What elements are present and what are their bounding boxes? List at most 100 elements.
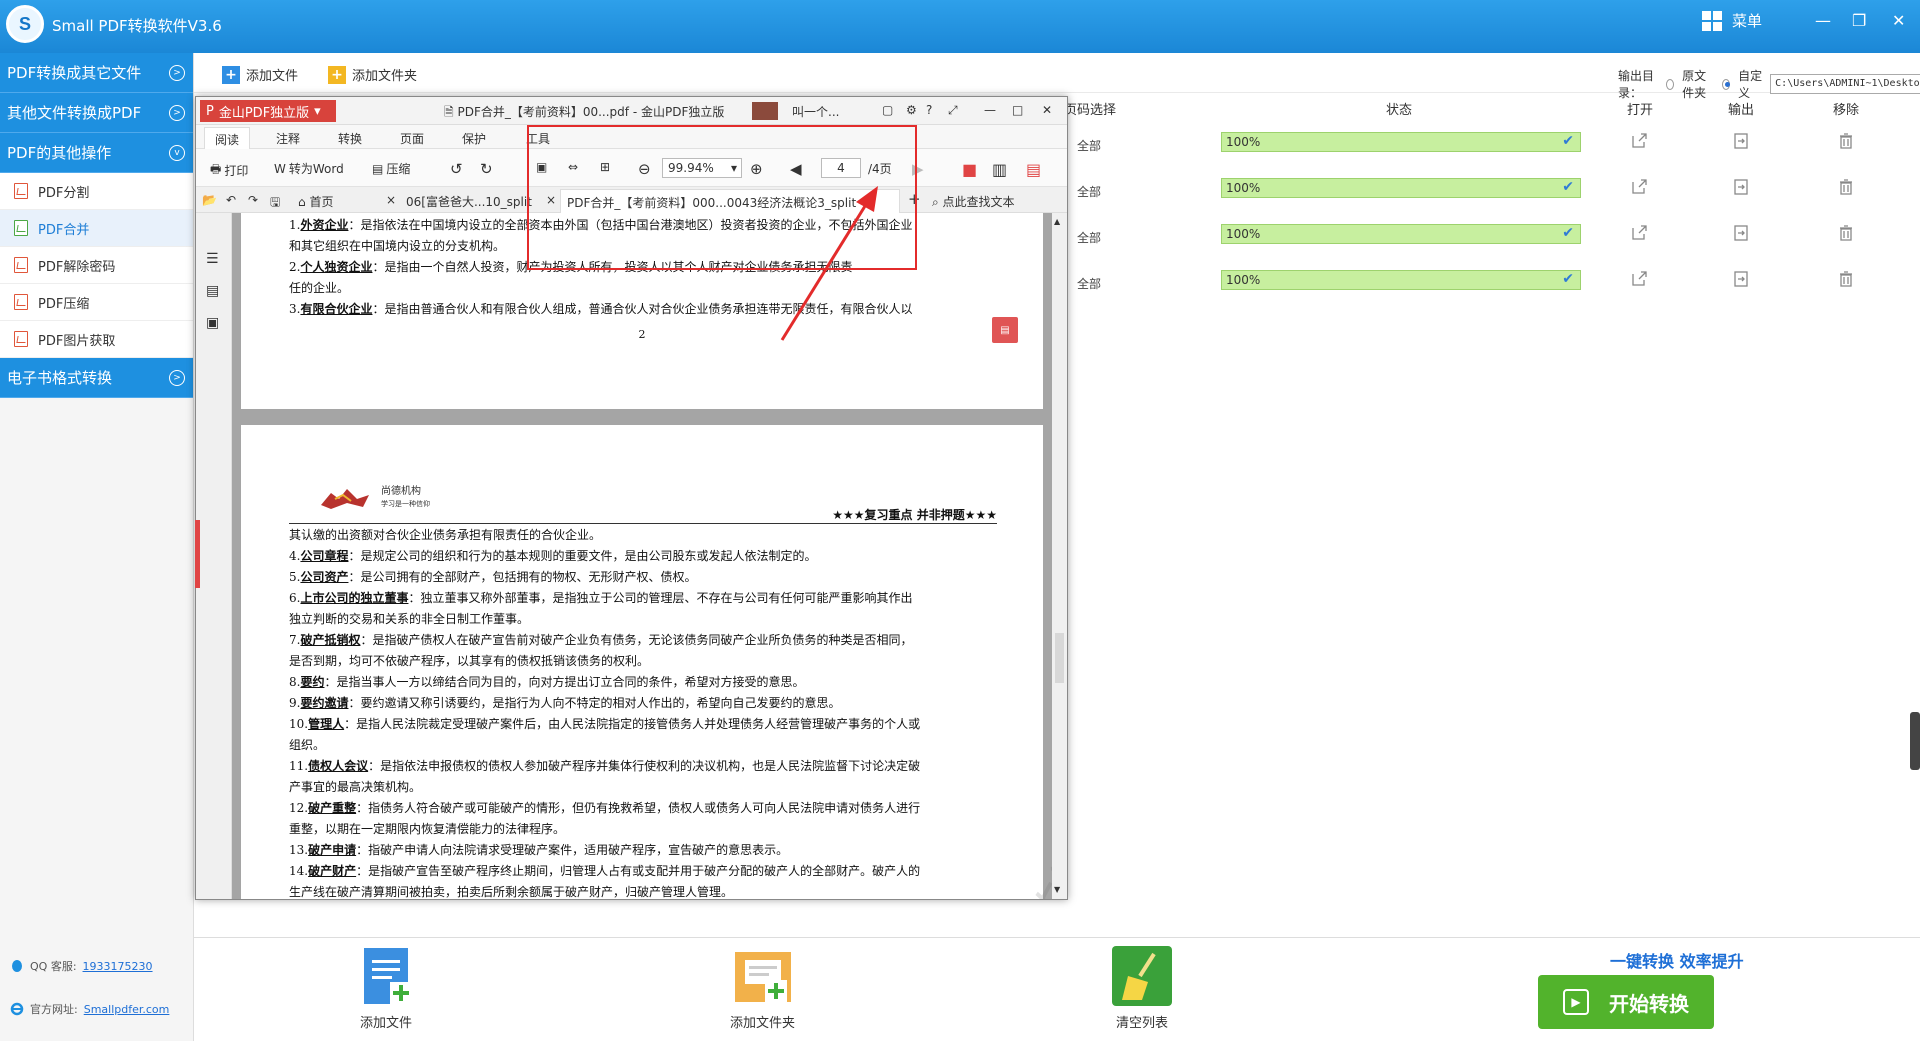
ad-text[interactable]: 叫一个... (792, 103, 839, 120)
sidebar-cat-ebook[interactable]: 电子书格式转换 > (0, 358, 193, 398)
output-folder-icon[interactable] (1732, 224, 1750, 242)
ad-thumbnail[interactable] (752, 102, 778, 120)
slogan-text: 一键转换 效率提升 (1610, 952, 1744, 971)
sidebar-cat-other-to-pdf[interactable]: 其他文件转换成PDF > (0, 93, 193, 133)
table-row: 全部 100% ✔ (1060, 129, 1920, 159)
sidebar-cat-pdf-to-other[interactable]: PDF转换成其它文件 > (0, 53, 193, 93)
fullscreen-icon[interactable]: ⤢ (948, 103, 958, 118)
sidebar-item-pdf-unlock[interactable]: PDF解除密码 (0, 247, 193, 284)
rotate-right-icon[interactable]: ↻ (480, 160, 493, 178)
close-icon[interactable]: ✕ (1892, 11, 1905, 30)
pdf-file-icon (14, 257, 28, 273)
page-select-cell[interactable]: 全部 (1077, 229, 1101, 246)
chevron-right-icon: > (169, 104, 185, 121)
broom-icon (1112, 946, 1172, 1006)
sidebar-item-pdf-split[interactable]: PDF分割 (0, 173, 193, 210)
doc-line: 12.破产重整：指债务人符合破产或可能破产的情形，但仍有挽救希望，债权人或债务人… (289, 801, 921, 815)
output-path-input[interactable]: C:\Users\ADMINI~1\Desktop (1770, 74, 1920, 94)
printer-icon: 🖶 (210, 162, 222, 176)
viewer-doc-title-text: PDF合并_【考前资料】00...pdf - 金山PDF独立版 (457, 105, 725, 119)
output-folder-icon[interactable] (1732, 132, 1750, 150)
print-label: 打印 (224, 164, 249, 178)
outline-icon[interactable]: ☰ (206, 251, 219, 267)
viewer-minimize-icon[interactable]: — (984, 103, 996, 117)
output-folder-icon[interactable] (1732, 270, 1750, 288)
menu-label: 菜单 (1732, 12, 1763, 30)
progress-value: 100% (1226, 181, 1261, 195)
viewer-brand-button[interactable]: P 金山PDF独立版 ▾ (200, 100, 336, 122)
tab-close-icon[interactable]: × (386, 193, 396, 207)
page-select-cell[interactable]: 全部 (1077, 183, 1101, 200)
open-external-icon[interactable] (1630, 178, 1648, 196)
sidebar-item-pdf-image-extract[interactable]: PDF图片获取 (0, 321, 193, 358)
doc-line: 11.债权人会议：是指依法申报债权的债权人参加破产程序并集体行使权利的决议机构，… (289, 759, 921, 773)
view-mode-icon[interactable]: ▥ (992, 160, 1007, 179)
rotate-left-icon[interactable]: ↺ (450, 160, 463, 178)
compress-button[interactable]: ▤ 压缩 (372, 160, 410, 177)
sidebar: PDF转换成其它文件 > 其他文件转换成PDF > PDF的其他操作 v PDF分割 … (0, 53, 194, 1041)
trash-icon[interactable] (1837, 224, 1855, 242)
red-tool-icon[interactable]: ■ (962, 160, 977, 179)
clear-list-button[interactable]: 清空列表 (1112, 946, 1172, 1031)
trash-icon[interactable] (1837, 132, 1855, 150)
site-link[interactable]: Smallpdfer.com (84, 1003, 170, 1016)
folder-open-icon[interactable]: 📂 (202, 193, 217, 207)
menu-read[interactable]: 阅读 (204, 127, 251, 151)
doc-line: 3.有限合伙企业：是指由普通合伙人和有限合伙人组成，普通合伙人对合伙企业债务承担… (289, 302, 913, 316)
radio-custom[interactable] (1722, 78, 1731, 90)
red-side-tab[interactable] (195, 520, 200, 588)
bottom-add-folder-button[interactable]: 添加文件夹 (730, 946, 795, 1031)
chat-icon[interactable]: ▢ (882, 103, 893, 117)
add-folder-label: 添加文件夹 (352, 69, 418, 84)
col-page-select: 页码选择 (1064, 103, 1117, 118)
open-external-icon[interactable] (1630, 224, 1648, 242)
table-row: 全部 100% ✔ (1060, 221, 1920, 251)
restore-icon[interactable]: ❐ (1852, 11, 1866, 30)
to-word-button[interactable]: W 转为Word (274, 160, 344, 177)
sidebar-cat-pdf-other-ops[interactable]: PDF的其他操作 v (0, 133, 193, 173)
menu-protect[interactable]: 保护 (462, 130, 486, 147)
add-folder-button[interactable]: + 添加文件夹 (328, 65, 417, 84)
scroll-up-icon[interactable]: ▲ (1054, 217, 1060, 226)
qq-number-link[interactable]: 1933175230 (83, 960, 153, 973)
output-folder-icon[interactable] (1732, 178, 1750, 196)
viewer-maximize-icon[interactable]: □ (1012, 103, 1023, 117)
page-select-cell[interactable]: 全部 (1077, 275, 1101, 292)
page-select-cell[interactable]: 全部 (1077, 137, 1101, 154)
help-icon[interactable]: ? (926, 103, 932, 117)
menu-annotate[interactable]: 注释 (276, 130, 300, 147)
comments-icon[interactable]: ▤ (206, 283, 219, 299)
sidebar-item-pdf-merge[interactable]: PDF合并 (0, 210, 193, 247)
menu-button[interactable]: 菜单 (1702, 10, 1762, 31)
save-icon[interactable]: 🖫 (270, 193, 280, 214)
side-scroll-handle[interactable] (1910, 712, 1920, 770)
tab-document-1[interactable]: 06[富爸爸大...10_split (406, 193, 541, 210)
redo-icon[interactable]: ↷ (248, 193, 258, 207)
radio-original-folder[interactable] (1666, 78, 1675, 90)
start-convert-button[interactable]: ▶ 开始转换 (1538, 975, 1714, 1029)
menu-page[interactable]: 页面 (400, 130, 424, 147)
bottom-bar: 添加文件 添加文件夹 清空列表 一键转换 效率提升 ▶ 开始转换 (194, 937, 1920, 1041)
red-floating-tool-icon[interactable]: ▤ (992, 317, 1018, 343)
trash-icon[interactable] (1837, 270, 1855, 288)
thumbnails-icon[interactable]: ▣ (206, 315, 219, 331)
tab-home[interactable]: ⌂ 首页 (298, 193, 333, 210)
add-file-button[interactable]: + 添加文件 (222, 65, 298, 84)
word-icon: W (274, 161, 286, 176)
settings-icon[interactable]: ⚙ (906, 103, 917, 117)
undo-icon[interactable]: ↶ (226, 193, 236, 207)
viewer-scrollbar[interactable]: ▲ ▼ (1052, 213, 1067, 899)
open-external-icon[interactable] (1630, 270, 1648, 288)
sidebar-item-pdf-compress[interactable]: PDF压缩 (0, 284, 193, 321)
find-text[interactable]: ⌕ 点此查找文本 (932, 193, 1015, 210)
open-external-icon[interactable] (1630, 132, 1648, 150)
scroll-down-icon[interactable]: ▼ (1054, 885, 1060, 894)
scroll-thumb[interactable] (1055, 633, 1064, 683)
split-view-icon[interactable]: ▤ (1026, 160, 1041, 179)
print-button[interactable]: 🖶 打印 (210, 160, 248, 181)
bottom-add-file-button[interactable]: 添加文件 (356, 946, 416, 1031)
viewer-close-icon[interactable]: ✕ (1042, 103, 1052, 117)
minimize-icon[interactable]: — (1815, 11, 1831, 30)
trash-icon[interactable] (1837, 178, 1855, 196)
menu-convert[interactable]: 转换 (338, 130, 362, 147)
